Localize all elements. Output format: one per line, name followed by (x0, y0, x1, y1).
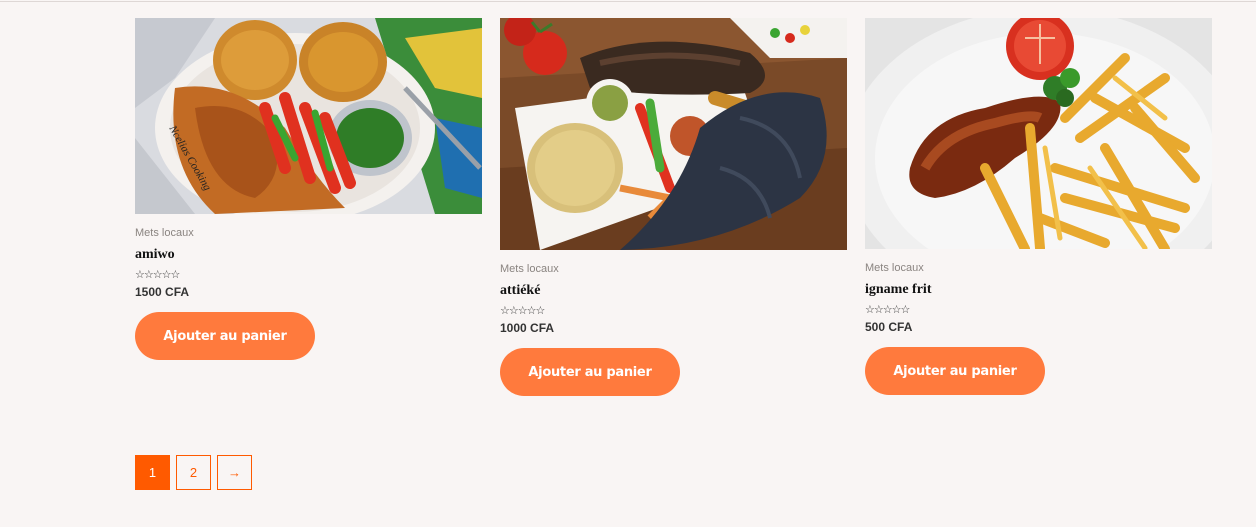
pagination: 1 2 → (135, 455, 252, 490)
star-rating: ☆☆☆☆☆ (135, 269, 482, 280)
product-price: 500 CFA (865, 320, 913, 334)
star-icons: ☆☆☆☆☆ (865, 303, 910, 316)
product-image-attieke[interactable] (500, 18, 847, 250)
product-price: 1000 CFA (500, 321, 555, 335)
product-category: Mets locaux (865, 262, 924, 274)
product-grid: Ncelias Cooking Mets locaux amiwo ☆☆☆☆☆ … (135, 18, 1213, 396)
product-price: 1500 CFA (135, 285, 190, 299)
attieke-photo (500, 18, 847, 250)
product-name[interactable]: amiwo (135, 247, 482, 263)
star-icons: ☆☆☆☆☆ (135, 268, 180, 281)
product-name[interactable]: igname frit (865, 282, 1212, 298)
star-rating: ☆☆☆☆☆ (865, 304, 1212, 315)
product-image-amiwo[interactable]: Ncelias Cooking (135, 18, 482, 214)
page-1-link[interactable]: 1 (135, 455, 170, 490)
amiwo-photo: Ncelias Cooking (135, 18, 482, 214)
next-page-arrow-icon[interactable]: → (217, 455, 252, 490)
product-category: Mets locaux (135, 227, 194, 239)
product-name[interactable]: attiéké (500, 283, 847, 299)
product-image-igname-frit[interactable] (865, 18, 1212, 249)
page-2-link[interactable]: 2 (176, 455, 211, 490)
top-divider (0, 1, 1256, 2)
product-card: Ncelias Cooking Mets locaux amiwo ☆☆☆☆☆ … (135, 18, 482, 396)
star-icons: ☆☆☆☆☆ (500, 304, 545, 317)
product-card: Mets locaux igname frit ☆☆☆☆☆ 500 CFA Aj… (865, 18, 1212, 396)
add-to-cart-button[interactable]: Ajouter au panier (865, 347, 1045, 395)
add-to-cart-button[interactable]: Ajouter au panier (500, 348, 680, 396)
add-to-cart-button[interactable]: Ajouter au panier (135, 312, 315, 360)
star-rating: ☆☆☆☆☆ (500, 305, 847, 316)
product-category: Mets locaux (500, 263, 559, 275)
igname-frit-photo (865, 18, 1212, 249)
product-card: Mets locaux attiéké ☆☆☆☆☆ 1000 CFA Ajout… (500, 18, 847, 396)
